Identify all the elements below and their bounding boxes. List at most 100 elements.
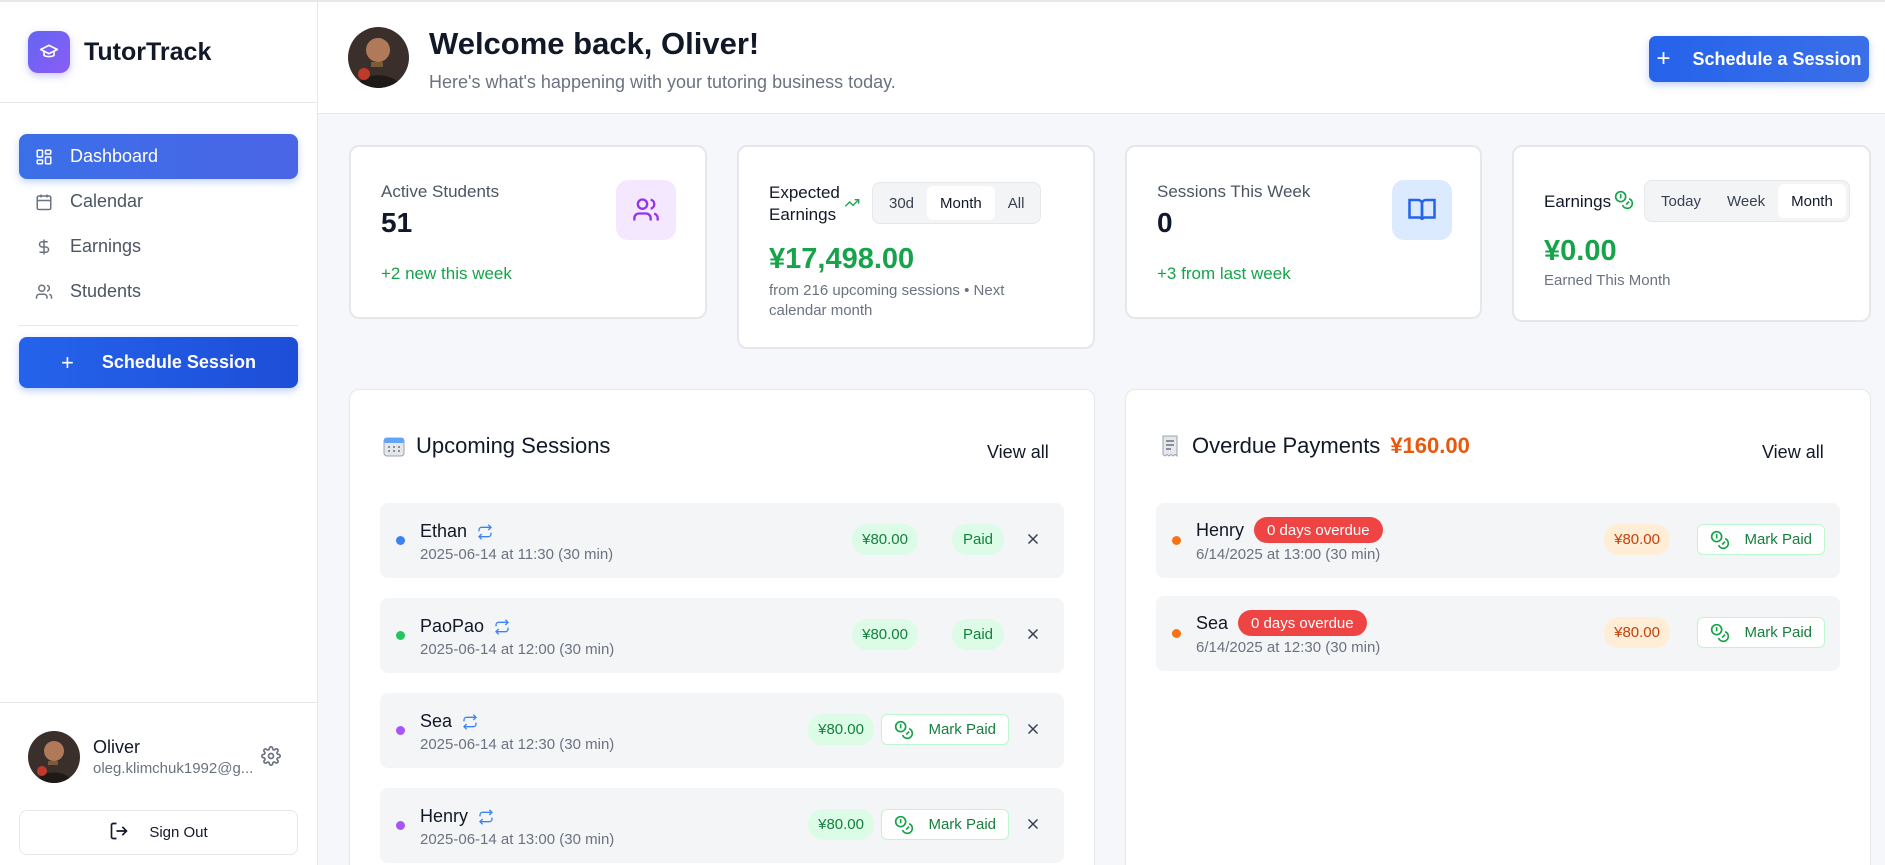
stat-label: Sessions This Week [1157,182,1311,201]
paid-badge: Paid [951,524,1004,555]
avatar[interactable] [348,27,409,88]
user-email: oleg.klimchuk1992@g... [93,760,254,777]
mark-paid-button[interactable]: Mark Paid [881,714,1009,745]
stat-note: Earned This Month [1544,272,1671,289]
session-row[interactable]: PaoPao 2025-06-14 at 12:00 (30 min) ¥80.… [380,598,1064,673]
student-name: Henry [1196,519,1245,540]
active-students-card: Active Students 51 +2 new this week [349,145,707,319]
users-icon [34,282,54,302]
price-badge: ¥80.00 [808,714,874,745]
price-badge: ¥80.00 [808,809,874,840]
student-name: Ethan [420,521,468,541]
stat-value: 0 [1157,207,1173,238]
session-row[interactable]: Ethan 2025-06-14 at 11:30 (30 min) ¥80.0… [380,503,1064,578]
stat-delta: +2 new this week [381,264,512,283]
repeat-icon [477,523,493,540]
plus-icon: + [1656,45,1671,72]
mark-paid-button[interactable]: Mark Paid [1697,617,1825,648]
stat-label: Active Students [381,182,500,201]
trending-up-icon [842,195,862,216]
sidebar-item-students[interactable]: Students [19,269,298,314]
stat-label: Earnings [1544,192,1612,211]
close-icon[interactable] [1024,720,1042,738]
sign-out-button[interactable]: Sign Out [19,810,298,855]
session-time: 6/14/2025 at 13:00 (30 min) [1196,546,1381,563]
status-dot [1172,536,1181,545]
session-time: 6/14/2025 at 12:30 (30 min) [1196,639,1381,656]
calendar-icon [34,192,54,212]
stat-value: 51 [381,207,413,238]
sidebar: TutorTrack Dashboard Calendar Earnings S… [0,2,318,865]
expected-earnings-card: Expected Earnings 30d Month All ¥17,498.… [737,145,1095,349]
sign-out-label: Sign Out [149,824,208,841]
sidebar-item-dashboard[interactable]: Dashboard [19,134,298,179]
session-row[interactable]: Sea 2025-06-14 at 12:30 (30 min) ¥80.00 … [380,693,1064,768]
status-dot [396,631,405,640]
close-icon[interactable] [1024,625,1042,643]
brand[interactable]: TutorTrack [0,2,317,103]
overdue-row[interactable]: Henry 0 days overdue 6/14/2025 at 13:00 … [1156,503,1840,578]
session-student: Ethan [420,521,493,542]
panel-title: Overdue Payments ¥160.00 [1158,433,1470,459]
status-dot [396,821,405,830]
users-icon [616,180,676,240]
stat-value: ¥0.00 [1544,235,1617,267]
range-option-month[interactable]: Month [1778,184,1846,218]
sidebar-item-calendar[interactable]: Calendar [19,179,298,224]
session-student: Henry [420,806,494,827]
page-header: Welcome back, Oliver! Here's what's happ… [318,2,1885,114]
session-row[interactable]: Henry 2025-06-14 at 13:00 (30 min) ¥80.0… [380,788,1064,863]
sidebar-item-label: Earnings [70,236,142,256]
close-icon[interactable] [1024,530,1042,548]
stat-value: ¥17,498.00 [769,243,915,275]
upcoming-sessions-panel: Upcoming Sessions View all Ethan 2025-06… [349,389,1095,865]
dashboard-icon [34,147,54,167]
graduation-cap-icon [28,31,70,73]
mark-paid-button[interactable]: Mark Paid [881,809,1009,840]
status-dot [396,536,405,545]
view-all-link[interactable]: View all [1762,442,1824,463]
range-option-week[interactable]: Week [1714,184,1778,218]
range-option-today[interactable]: Today [1648,184,1714,218]
schedule-session-label: Schedule Session [101,352,256,372]
earnings-range-selector: Today Week Month [1644,180,1850,222]
price-badge: ¥80.00 [1604,617,1670,648]
schedule-a-session-button[interactable]: + Schedule a Session [1649,36,1869,82]
range-option-month[interactable]: Month [927,186,995,220]
range-option-all[interactable]: All [995,186,1038,220]
mark-paid-label: Mark Paid [928,721,996,738]
overdue-row[interactable]: Sea 0 days overdue 6/14/2025 at 12:30 (3… [1156,596,1840,671]
close-icon[interactable] [1024,815,1042,833]
paid-badge: Paid [951,619,1004,650]
avatar[interactable] [28,731,80,783]
schedule-session-button[interactable]: + Schedule Session [19,337,298,388]
status-dot [1172,629,1181,638]
sidebar-item-label: Calendar [70,191,144,211]
brand-name: TutorTrack [84,37,212,66]
stat-note: from 216 upcoming sessions • Next calend… [769,282,1005,319]
repeat-icon [462,713,478,730]
overdue-badge: 0 days overdue [1238,610,1367,636]
student-name: Sea [420,711,453,731]
gear-icon[interactable] [261,746,283,768]
earnings-card: Earnings Today Week Month ¥0.00 Earned T… [1512,145,1871,322]
sidebar-item-earnings[interactable]: Earnings [19,224,298,269]
session-student: Sea [420,711,478,732]
overdue-payments-panel: Overdue Payments ¥160.00 View all Henry … [1125,389,1871,865]
coins-icon [1614,190,1634,215]
user-name: Oliver [93,737,141,757]
mark-paid-button[interactable]: Mark Paid [1697,524,1825,555]
receipt-icon [1158,434,1182,458]
stat-delta: +3 from last week [1157,264,1291,283]
status-dot [396,726,405,735]
range-option-30d[interactable]: 30d [876,186,927,220]
price-badge: ¥80.00 [852,619,918,650]
page-title: Welcome back, Oliver! [429,26,760,61]
upcoming-sessions-title: Upcoming Sessions [416,433,611,458]
mark-paid-label: Mark Paid [928,816,996,833]
mark-paid-label: Mark Paid [1744,624,1812,641]
session-time: 2025-06-14 at 13:00 (30 min) [420,831,615,848]
sessions-this-week-card: Sessions This Week 0 +3 from last week [1125,145,1482,319]
view-all-link[interactable]: View all [987,442,1049,463]
coins-icon [894,720,914,740]
